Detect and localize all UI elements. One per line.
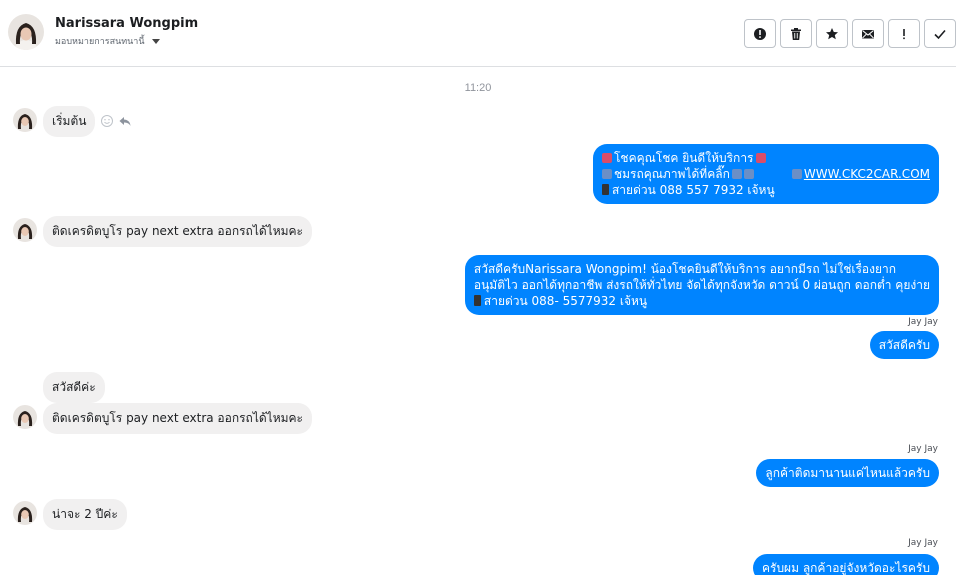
play-emoji-icon <box>601 169 612 179</box>
greeting-line-3: สายด่วน 088- 5577932 เจ้หนู <box>483 294 648 308</box>
assign-conversation-dropdown[interactable]: มอบหมายการสนทนานี้ <box>55 34 160 48</box>
report-button[interactable] <box>744 19 776 48</box>
sender-name: Jay Jay <box>908 538 938 548</box>
sender-name: Jay Jay <box>908 444 938 454</box>
mark-done-button[interactable] <box>924 19 956 48</box>
contact-avatar[interactable] <box>8 14 44 50</box>
outgoing-message[interactable]: สวัสดีครับNarissara Wongpim! น้องโชคยินด… <box>464 255 939 315</box>
red-square-emoji-icon <box>755 153 766 163</box>
message-reactions <box>100 114 132 128</box>
spam-button[interactable] <box>888 19 920 48</box>
trash-icon <box>791 27 801 40</box>
delete-button[interactable] <box>780 19 812 48</box>
chevron-down-icon <box>151 38 160 44</box>
phone-emoji-icon <box>473 295 481 306</box>
check-icon <box>934 29 946 39</box>
assign-label: มอบหมายการสนทนานี้ <box>55 37 145 47</box>
outgoing-message[interactable]: ลูกค้าติดมานานแค่ไหนแล้วครับ <box>756 459 939 487</box>
message-timestamp: 11:20 <box>464 82 492 94</box>
contact-avatar-small <box>13 218 37 242</box>
promo-line-1: โชคคุณโชค ยินดีให้บริการ <box>613 151 754 165</box>
promo-line-2: ชมรถคุณภาพได้ที่คลิ๊ก <box>613 167 730 181</box>
greeting-line-1: สวัสดีครับNarissara Wongpim! น้องโชคยินด… <box>473 262 896 276</box>
incoming-message[interactable]: ติดเครดิตบูโร pay next extra ออกรถได้ไหม… <box>43 403 312 434</box>
conversation-header: Narissara Wongpim มอบหมายการสนทนานี้ <box>0 0 956 67</box>
action-toolbar <box>744 19 956 48</box>
greeting-line-2: อนุมัติไว ออกได้ทุกอาชีพ ส่งรถให้ทั่วไทย… <box>473 278 930 292</box>
contact-avatar-small <box>13 108 37 132</box>
reply-icon[interactable] <box>118 114 132 128</box>
play-emoji-icon <box>791 169 802 179</box>
incoming-message[interactable]: สวัสดีค่ะ <box>43 372 105 403</box>
red-square-emoji-icon <box>601 153 612 163</box>
phone-emoji-icon <box>601 184 609 195</box>
star-icon <box>826 27 838 39</box>
smile-icon[interactable] <box>100 114 114 128</box>
down-arrow-emoji-icon <box>743 169 754 179</box>
sender-name: Jay Jay <box>908 317 938 327</box>
outgoing-message[interactable]: ครับผม ลูกค้าอยู่จังหวัดอะไรครับ <box>752 554 939 575</box>
down-arrow-emoji-icon <box>731 169 742 179</box>
star-button[interactable] <box>816 19 848 48</box>
incoming-message[interactable]: เริ่มต้น <box>43 106 96 137</box>
website-link[interactable]: WWW.CKC2CAR.COM <box>804 167 930 181</box>
contact-avatar-small <box>13 501 37 525</box>
incoming-message[interactable]: ติดเครดิตบูโร pay next extra ออกรถได้ไหม… <box>43 216 312 247</box>
mark-unread-button[interactable] <box>852 19 884 48</box>
incoming-message[interactable]: น่าจะ 2 ปีค่ะ <box>43 499 127 530</box>
promo-line-3: สายด่วน 088 557 7932 เจ้หนู <box>611 183 775 197</box>
outgoing-message[interactable]: สวัสดีครับ <box>869 331 939 359</box>
contact-name[interactable]: Narissara Wongpim <box>55 16 198 31</box>
outgoing-message[interactable]: โชคคุณโชค ยินดีให้บริการ ชมรถคุณภาพได้ที… <box>592 144 939 204</box>
contact-avatar-small <box>13 405 37 429</box>
exclamation-icon <box>903 28 905 39</box>
mail-icon <box>862 29 874 38</box>
report-icon <box>754 27 766 40</box>
